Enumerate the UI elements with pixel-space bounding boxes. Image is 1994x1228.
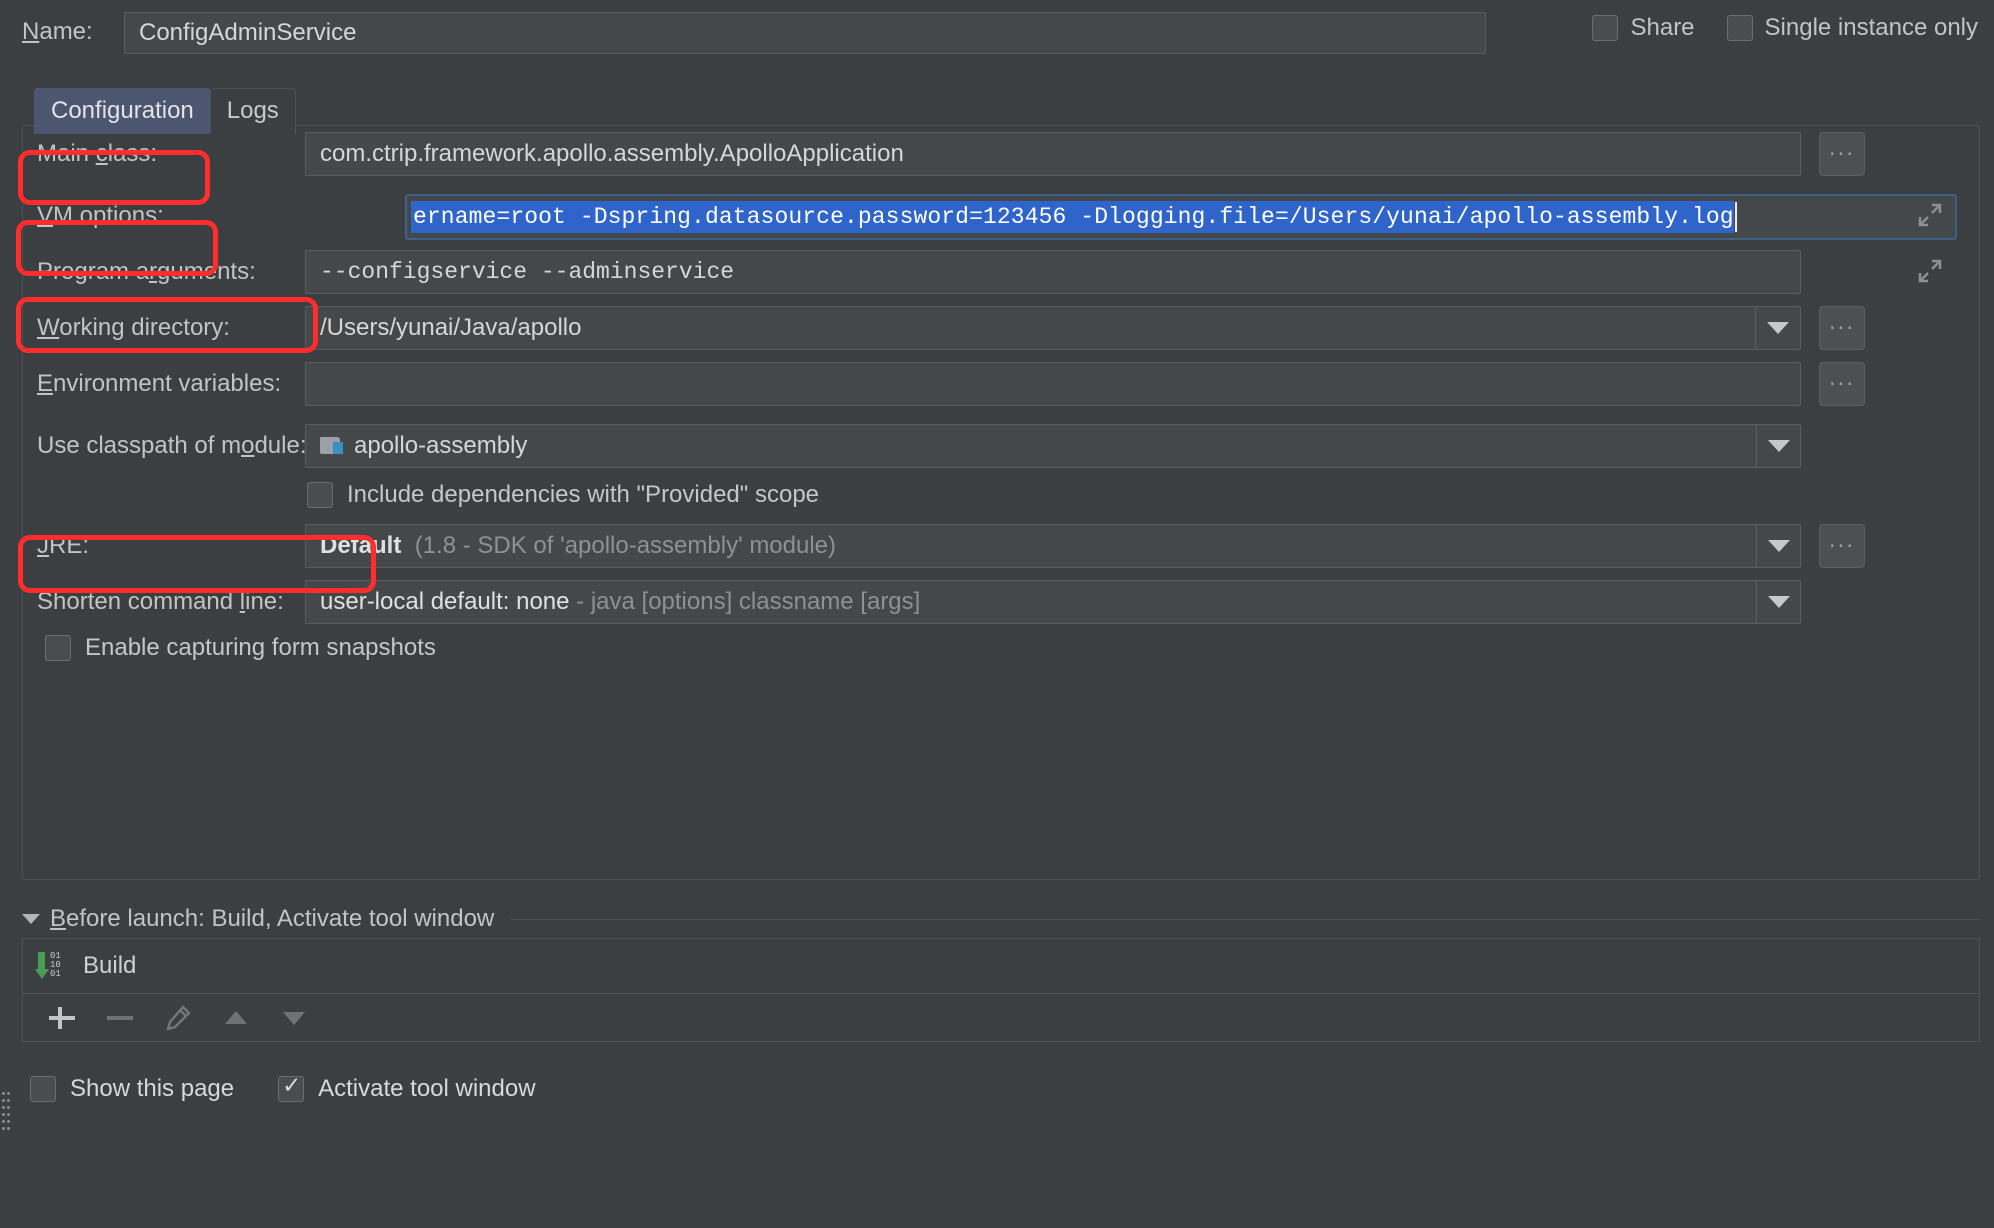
show-this-page-label: Show this page — [70, 1075, 234, 1103]
include-provided-label: Include dependencies with "Provided" sco… — [347, 481, 819, 509]
jre-value: Default — [320, 532, 401, 559]
program-arguments-field[interactable]: --configservice --adminservice — [305, 250, 1801, 294]
name-row: Name: Share Single instance only — [0, 0, 1994, 62]
build-icon: 011001 — [37, 951, 71, 981]
use-classpath-of-module-label: Use classpath of module: — [37, 418, 307, 474]
edit-button[interactable] — [163, 1003, 193, 1033]
list-item[interactable]: 011001 Build — [23, 939, 1979, 993]
collapse-triangle-icon[interactable] — [22, 914, 40, 924]
shorten-command-line-dropdown-button[interactable] — [1756, 581, 1800, 623]
row-program-arguments: Program arguments: --configservice --adm… — [23, 244, 1979, 300]
row-jre: JRE: Default (1.8 - SDK of 'apollo-assem… — [23, 518, 1979, 574]
name-label: Name: — [22, 18, 93, 46]
shorten-command-line-combobox[interactable]: user-local default: none - java [options… — [305, 580, 1801, 624]
divider — [510, 919, 1980, 920]
tab-logs[interactable]: Logs — [210, 88, 296, 134]
before-launch-item-label: Build — [83, 952, 136, 980]
remove-button[interactable] — [105, 1003, 135, 1033]
jre-dropdown-button[interactable] — [1756, 525, 1800, 567]
move-down-button[interactable] — [279, 1003, 309, 1033]
before-launch-header[interactable]: Before launch: Build, Activate tool wind… — [22, 905, 1980, 933]
working-directory-label: Working directory: — [37, 300, 230, 356]
working-directory-browse-button[interactable]: ... — [1819, 306, 1865, 350]
expand-icon[interactable] — [1913, 200, 1947, 234]
main-class-browse-button[interactable]: ... — [1819, 132, 1865, 176]
top-checkboxes: Share Single instance only — [1592, 14, 1978, 42]
run-configuration-dialog: Name: Share Single instance only Configu… — [0, 0, 1994, 1228]
program-arguments-label: Program arguments: — [37, 244, 256, 300]
expand-icon-program-arguments[interactable] — [1913, 256, 1947, 290]
chevron-down-icon — [1768, 440, 1790, 452]
row-environment-variables: Environment variables: ... — [23, 356, 1979, 412]
before-launch-title: Before launch: Build, Activate tool wind… — [50, 905, 494, 933]
row-vm-options: VM options: ername=root -Dspring.datasou… — [23, 188, 1979, 244]
tab-configuration[interactable]: Configuration — [34, 88, 211, 134]
working-directory-dropdown-button[interactable] — [1755, 307, 1799, 349]
row-main-class: Main class: com.ctrip.framework.apollo.a… — [23, 126, 1979, 182]
shorten-command-line-label: Shorten command line: — [37, 574, 284, 630]
environment-variables-browse-button[interactable]: ... — [1819, 362, 1865, 406]
before-launch-toolbar — [22, 994, 1980, 1042]
module-combobox[interactable]: apollo-assembly — [305, 424, 1801, 468]
environment-variables-field[interactable] — [305, 362, 1801, 406]
module-dropdown-button[interactable] — [1756, 425, 1800, 467]
jre-combobox[interactable]: Default (1.8 - SDK of 'apollo-assembly' … — [305, 524, 1801, 568]
environment-variables-label: Environment variables: — [37, 356, 281, 412]
jre-hint: (1.8 - SDK of 'apollo-assembly' module) — [415, 532, 836, 559]
enable-capturing-row[interactable]: Enable capturing form snapshots — [45, 634, 436, 662]
vm-options-label: VM options: — [37, 188, 164, 244]
move-up-button[interactable] — [221, 1003, 251, 1033]
footer-checkboxes: Show this page Activate tool window — [30, 1075, 536, 1103]
tab-bar: Configuration Logs — [34, 88, 295, 134]
enable-capturing-label: Enable capturing form snapshots — [85, 634, 436, 662]
module-folder-icon — [320, 435, 344, 456]
chevron-down-icon — [1768, 596, 1790, 608]
vm-options-field[interactable]: ername=root -Dspring.datasource.password… — [405, 194, 1957, 240]
enable-capturing-checkbox[interactable] — [45, 635, 71, 661]
jre-label: JRE: — [37, 518, 89, 574]
activate-tool-window-checkbox[interactable] — [278, 1076, 304, 1102]
shorten-command-line-hint: - java [options] classname [args] — [570, 588, 921, 615]
text-caret — [1735, 202, 1737, 232]
vm-options-selected-text: ername=root -Dspring.datasource.password… — [411, 201, 1734, 233]
main-class-field[interactable]: com.ctrip.framework.apollo.assembly.Apol… — [305, 132, 1801, 176]
row-use-classpath-of-module: Use classpath of module: apollo-assembly — [23, 418, 1979, 474]
row-working-directory: Working directory: /Users/yunai/Java/apo… — [23, 300, 1979, 356]
single-instance-checkbox[interactable] — [1727, 15, 1753, 41]
main-class-label: Main class: — [37, 126, 157, 182]
show-this-page-checkbox[interactable] — [30, 1076, 56, 1102]
include-provided-checkbox[interactable] — [307, 482, 333, 508]
resize-grip[interactable] — [2, 1090, 12, 1134]
single-instance-label: Single instance only — [1765, 14, 1978, 42]
configuration-panel: Main class: com.ctrip.framework.apollo.a… — [22, 125, 1980, 880]
activate-tool-window-label: Activate tool window — [318, 1075, 535, 1103]
include-provided-row[interactable]: Include dependencies with "Provided" sco… — [307, 481, 819, 509]
chevron-down-icon — [1767, 322, 1789, 334]
before-launch-title-rest: efore launch: Build, Activate tool windo… — [66, 905, 494, 932]
configuration-name-input[interactable] — [124, 12, 1486, 54]
row-shorten-command-line: Shorten command line: user-local default… — [23, 574, 1979, 630]
chevron-down-icon — [1768, 540, 1790, 552]
add-button[interactable] — [47, 1003, 77, 1033]
share-checkbox[interactable] — [1592, 15, 1618, 41]
before-launch-list: 011001 Build — [22, 938, 1980, 994]
jre-browse-button[interactable]: ... — [1819, 524, 1865, 568]
working-directory-field[interactable]: /Users/yunai/Java/apollo — [305, 306, 1801, 350]
shorten-command-line-value: user-local default: none — [320, 588, 570, 615]
module-combobox-value: apollo-assembly — [354, 432, 527, 459]
share-label: Share — [1630, 14, 1694, 42]
